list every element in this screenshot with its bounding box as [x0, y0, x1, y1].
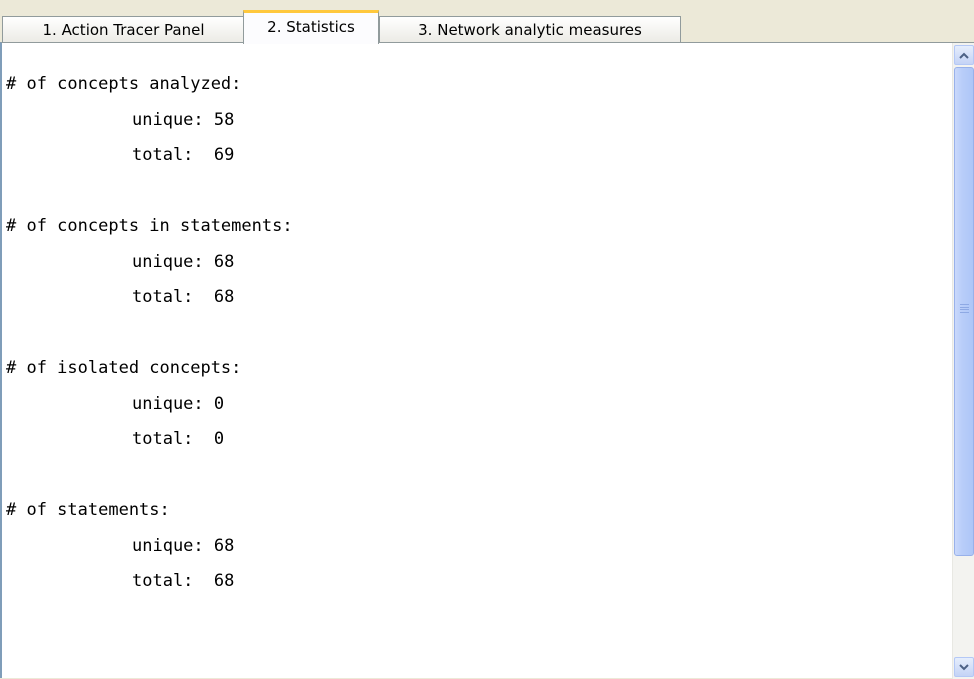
total-count: total: 68	[132, 571, 235, 591]
scroll-up-button[interactable]	[954, 45, 974, 65]
section-heading: # of concepts analyzed:	[6, 74, 242, 94]
tab-action-tracer-panel[interactable]: 1. Action Tracer Panel	[2, 16, 245, 42]
section-heading: # of statements:	[6, 500, 170, 520]
vertical-scrollbar[interactable]	[952, 43, 974, 679]
section-heading: # of concepts in statements:	[6, 216, 293, 236]
unique-count: unique: 0	[132, 393, 225, 414]
unique-count: unique: 68	[132, 251, 235, 272]
total-count: total: 69	[132, 145, 235, 165]
tab-statistics[interactable]: 2. Statistics	[243, 10, 379, 44]
total-count: total: 0	[132, 429, 225, 449]
tab-network-analytic-measures[interactable]: 3. Network analytic measures	[379, 16, 681, 42]
unique-count: unique: 68	[132, 535, 235, 556]
unique-count: unique: 58	[132, 109, 235, 130]
statistics-text-area[interactable]: # of concepts analyzed: unique: 58 total…	[6, 67, 946, 677]
total-count: total: 68	[132, 287, 235, 307]
scroll-down-button[interactable]	[954, 657, 974, 677]
chevron-up-icon	[959, 52, 969, 59]
section-heading: # of isolated concepts:	[6, 358, 242, 378]
grip-icon	[960, 304, 969, 313]
tab-strip: 1. Action Tracer Panel 2. Statistics 3. …	[0, 0, 974, 44]
statistics-panel: # of concepts analyzed: unique: 58 total…	[0, 42, 974, 679]
chevron-down-icon	[959, 663, 969, 670]
scroll-thumb[interactable]	[954, 67, 974, 556]
